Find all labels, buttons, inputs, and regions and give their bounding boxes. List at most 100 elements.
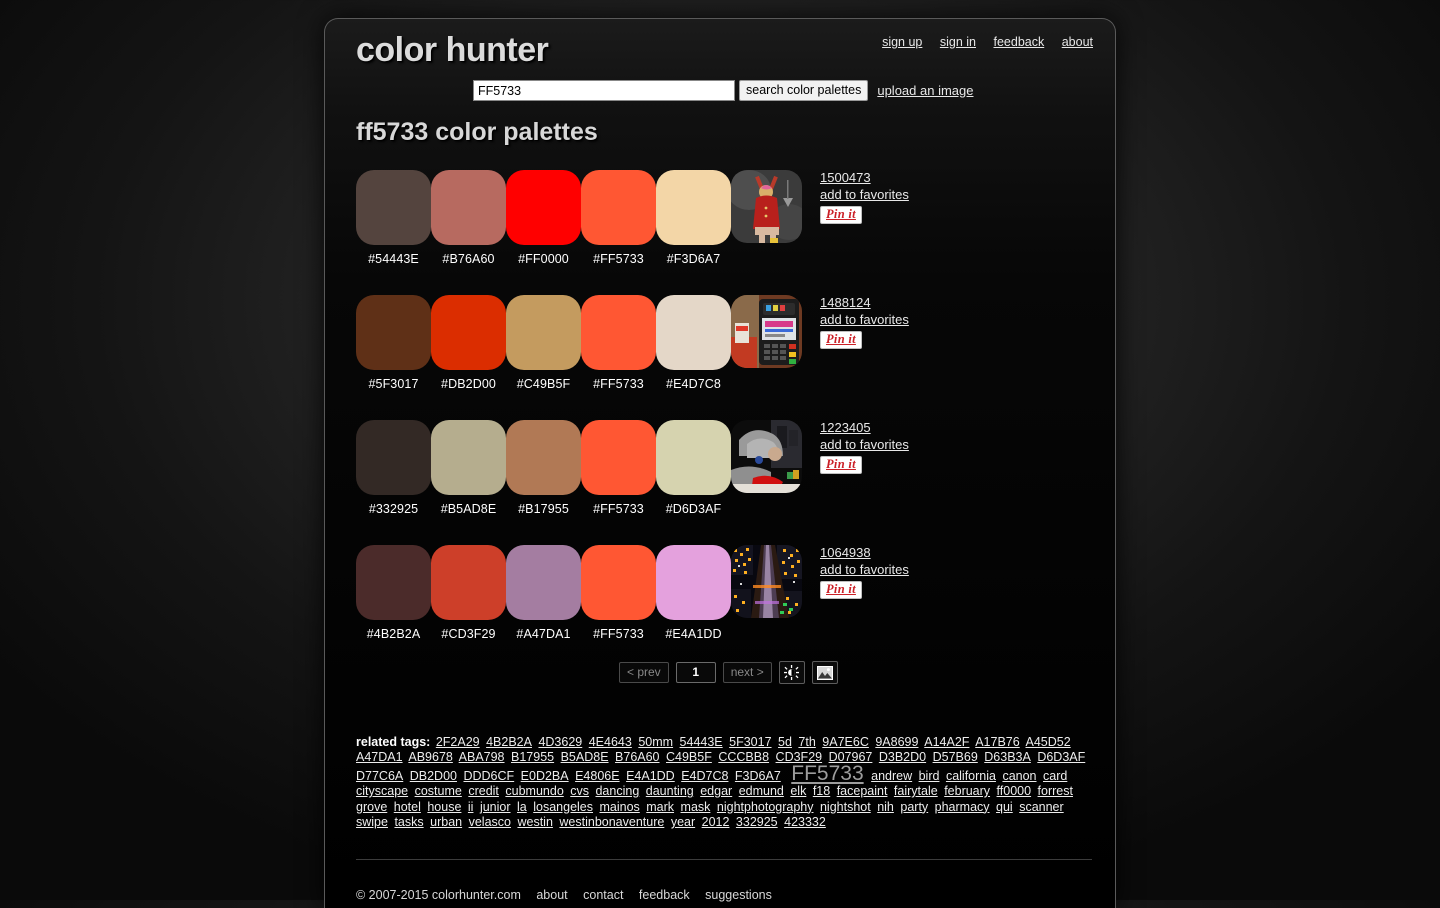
- related-tag-link[interactable]: 5F3017: [729, 735, 771, 749]
- palette-id-link[interactable]: 1223405: [820, 420, 909, 436]
- related-tag-link[interactable]: credit: [468, 784, 499, 798]
- nav-sign-in[interactable]: sign in: [940, 35, 976, 49]
- related-tag-link[interactable]: daunting: [646, 784, 694, 798]
- related-tag-link[interactable]: grove: [356, 800, 387, 814]
- color-swatch[interactable]: [506, 545, 581, 620]
- related-tag-link[interactable]: B76A60: [615, 750, 659, 764]
- color-swatch[interactable]: [656, 170, 731, 245]
- related-tag-link[interactable]: 54443E: [680, 735, 723, 749]
- related-tag-link[interactable]: qui: [996, 800, 1013, 814]
- related-tag-link[interactable]: scanner: [1019, 800, 1063, 814]
- related-tag-link[interactable]: velasco: [469, 815, 511, 829]
- related-tag-link[interactable]: 9A8699: [875, 735, 918, 749]
- related-tag-link[interactable]: february: [944, 784, 990, 798]
- related-tag-link[interactable]: la: [517, 800, 527, 814]
- related-tag-link[interactable]: forrest: [1038, 784, 1073, 798]
- related-tag-link[interactable]: edmund: [739, 784, 784, 798]
- related-tag-link[interactable]: mark: [646, 800, 674, 814]
- add-to-favorites-link[interactable]: add to favorites: [820, 562, 909, 578]
- related-tag-link[interactable]: edgar: [700, 784, 732, 798]
- related-tag-link[interactable]: 50mm: [638, 735, 673, 749]
- related-tag-link[interactable]: FF5733: [791, 762, 863, 785]
- palette-thumbnail-image[interactable]: [731, 420, 802, 493]
- related-tag-link[interactable]: mainos: [599, 800, 639, 814]
- related-tag-link[interactable]: B5AD8E: [561, 750, 609, 764]
- related-tag-link[interactable]: westinbonaventure: [559, 815, 664, 829]
- nav-feedback[interactable]: feedback: [994, 35, 1045, 49]
- related-tag-link[interactable]: 2012: [702, 815, 730, 829]
- related-tag-link[interactable]: canon: [1002, 769, 1036, 783]
- related-tag-link[interactable]: E4D7C8: [681, 769, 728, 783]
- related-tag-link[interactable]: costume: [415, 784, 462, 798]
- related-tag-link[interactable]: dancing: [595, 784, 639, 798]
- related-tag-link[interactable]: andrew: [871, 769, 912, 783]
- add-to-favorites-link[interactable]: add to favorites: [820, 437, 909, 453]
- upload-image-link[interactable]: upload an image: [877, 83, 973, 98]
- color-swatch[interactable]: [581, 295, 656, 370]
- related-tag-link[interactable]: house: [427, 800, 461, 814]
- related-tag-link[interactable]: F3D6A7: [735, 769, 781, 783]
- related-tag-link[interactable]: ABA798: [459, 750, 505, 764]
- related-tag-link[interactable]: 423332: [784, 815, 826, 829]
- related-tag-link[interactable]: cubmundo: [505, 784, 563, 798]
- color-swatch[interactable]: [356, 295, 431, 370]
- related-tag-link[interactable]: DDD6CF: [463, 769, 514, 783]
- related-tag-link[interactable]: fairytale: [894, 784, 938, 798]
- related-tag-link[interactable]: bird: [919, 769, 940, 783]
- add-to-favorites-link[interactable]: add to favorites: [820, 187, 909, 203]
- related-tag-link[interactable]: 2F2A29: [436, 735, 480, 749]
- add-to-favorites-link[interactable]: add to favorites: [820, 312, 909, 328]
- color-swatch[interactable]: [581, 170, 656, 245]
- related-tag-link[interactable]: facepaint: [837, 784, 888, 798]
- related-tag-link[interactable]: elk: [790, 784, 806, 798]
- related-tag-link[interactable]: D3B2D0: [879, 750, 926, 764]
- related-tag-link[interactable]: nightphotography: [717, 800, 814, 814]
- nav-sign-up[interactable]: sign up: [882, 35, 922, 49]
- related-tag-link[interactable]: E4806E: [575, 769, 619, 783]
- related-tag-link[interactable]: party: [900, 800, 928, 814]
- related-tag-link[interactable]: A14A2F: [924, 735, 969, 749]
- pin-it-button[interactable]: Pin it: [820, 456, 862, 474]
- related-tag-link[interactable]: CCCBB8: [718, 750, 769, 764]
- color-swatch[interactable]: [431, 170, 506, 245]
- related-tag-link[interactable]: DB2D00: [410, 769, 457, 783]
- color-swatch[interactable]: [656, 295, 731, 370]
- color-swatch[interactable]: [506, 295, 581, 370]
- color-swatch[interactable]: [356, 420, 431, 495]
- related-tag-link[interactable]: D6D3AF: [1037, 750, 1085, 764]
- related-tag-link[interactable]: B17955: [511, 750, 554, 764]
- prev-page-button[interactable]: < prev: [619, 662, 669, 683]
- palette-id-link[interactable]: 1500473: [820, 170, 909, 186]
- related-tag-link[interactable]: ff0000: [997, 784, 1032, 798]
- color-swatch[interactable]: [431, 420, 506, 495]
- related-tag-link[interactable]: swipe: [356, 815, 388, 829]
- related-tag-link[interactable]: D57B69: [933, 750, 978, 764]
- related-tag-link[interactable]: cvs: [570, 784, 589, 798]
- color-swatch[interactable]: [581, 420, 656, 495]
- related-tag-link[interactable]: card: [1043, 769, 1067, 783]
- related-tag-link[interactable]: nih: [877, 800, 894, 814]
- related-tag-link[interactable]: nightshot: [820, 800, 871, 814]
- pin-it-button[interactable]: Pin it: [820, 331, 862, 349]
- related-tag-link[interactable]: 4D3629: [538, 735, 582, 749]
- color-swatch[interactable]: [656, 420, 731, 495]
- related-tag-link[interactable]: hotel: [394, 800, 421, 814]
- color-swatch[interactable]: [356, 170, 431, 245]
- color-swatch[interactable]: [356, 545, 431, 620]
- related-tag-link[interactable]: 332925: [736, 815, 778, 829]
- related-tag-link[interactable]: 7th: [798, 735, 815, 749]
- related-tag-link[interactable]: A45D52: [1026, 735, 1071, 749]
- related-tag-link[interactable]: f18: [813, 784, 830, 798]
- next-page-button[interactable]: next >: [722, 662, 772, 683]
- related-tag-link[interactable]: AB9678: [408, 750, 452, 764]
- related-tag-link[interactable]: tasks: [394, 815, 423, 829]
- related-tag-link[interactable]: E0D2BA: [521, 769, 569, 783]
- color-swatch[interactable]: [431, 295, 506, 370]
- search-input[interactable]: [473, 80, 735, 101]
- related-tag-link[interactable]: D63B3A: [984, 750, 1031, 764]
- related-tag-link[interactable]: westin: [517, 815, 552, 829]
- related-tag-link[interactable]: california: [946, 769, 996, 783]
- related-tag-link[interactable]: mask: [681, 800, 711, 814]
- picture-icon[interactable]: [811, 661, 838, 684]
- pin-it-button[interactable]: Pin it: [820, 206, 862, 224]
